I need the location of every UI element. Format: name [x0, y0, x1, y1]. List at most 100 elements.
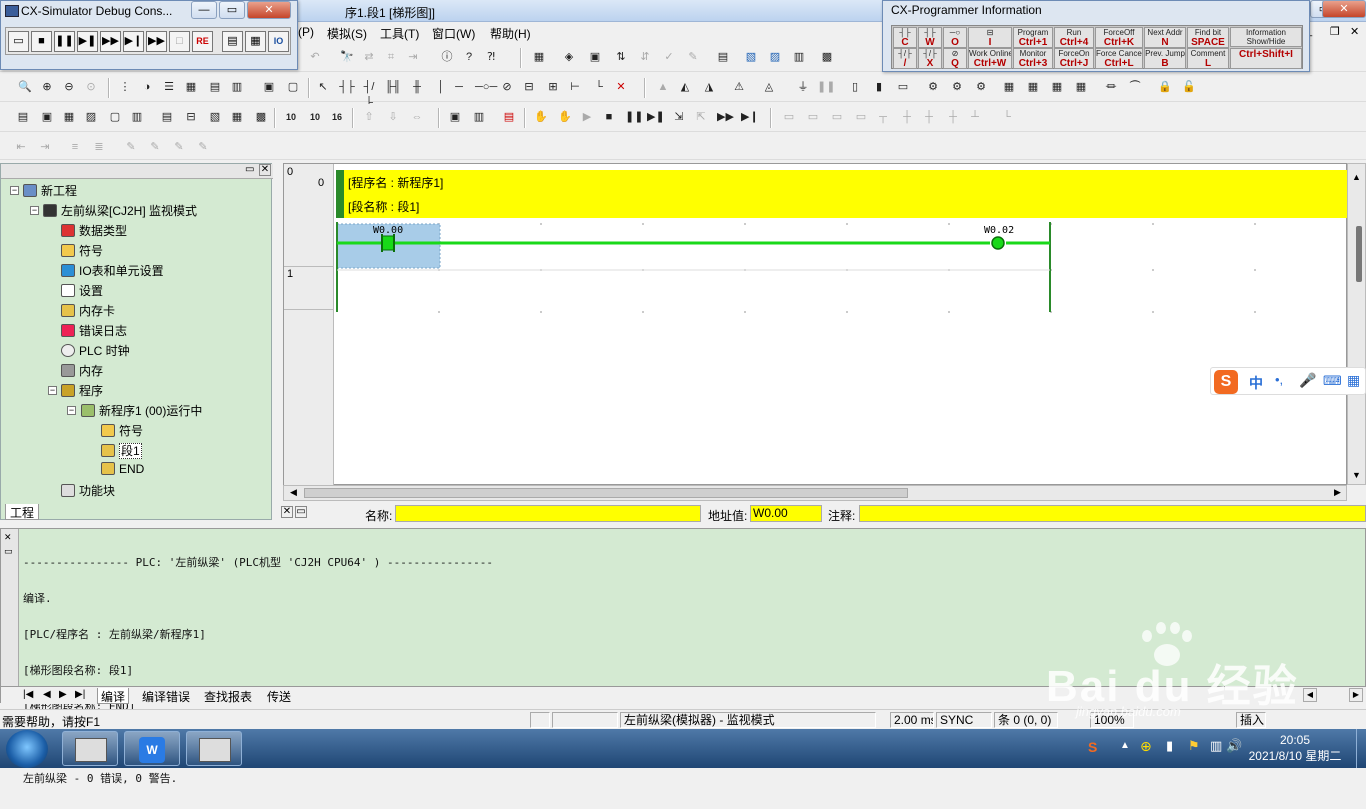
vertical-scrollbar[interactable]: ▲ ▼	[1347, 163, 1366, 485]
tab-nav-prev-icon[interactable]: ◀	[43, 689, 51, 700]
output-scroll-right-icon[interactable]: ▶	[1349, 688, 1363, 702]
memory-icon[interactable]: ▥	[790, 48, 808, 66]
hscroll-thumb[interactable]	[304, 488, 908, 498]
tree-item-plc[interactable]: 左前纵梁[CJ2H] 监视模式	[43, 202, 197, 220]
menu-item-simulate[interactable]: 模拟(S)	[327, 25, 367, 42]
tree-item-end[interactable]: END	[101, 462, 144, 480]
fb-insert-icon[interactable]: ▭	[780, 108, 798, 126]
mode-icon[interactable]: ⏚	[794, 78, 812, 96]
contact-no-icon[interactable]: ┤├	[338, 78, 356, 96]
line-delete-icon[interactable]: ✕	[612, 78, 630, 96]
name-field[interactable]	[395, 505, 701, 522]
tab-nav-last-icon[interactable]: ▶|	[75, 689, 85, 700]
align-icon[interactable]: ≡	[66, 138, 84, 156]
mnemonic-icon[interactable]: ▤	[158, 108, 176, 126]
symbol-table-icon[interactable]: ▤	[206, 78, 224, 96]
tray-network-icon[interactable]: ▥	[1210, 738, 1222, 754]
ime-punctuation-toggle[interactable]: •,	[1275, 372, 1283, 387]
scroll-down-icon[interactable]: ▼	[1352, 470, 1361, 480]
output-window-icon[interactable]: ▣	[38, 108, 56, 126]
fb-icon-4[interactable]: ▭	[852, 108, 870, 126]
grid-icon[interactable]: ⋮	[116, 78, 134, 96]
context-help-icon[interactable]: ⁈	[482, 48, 500, 66]
goto-icon[interactable]: ⇥	[404, 48, 422, 66]
scroll-right-icon[interactable]: ▶	[1334, 487, 1341, 498]
tree-item-symbols[interactable]: 符号	[61, 242, 103, 260]
local-symbols-icon[interactable]: ⊟	[182, 108, 200, 126]
ct-icon[interactable]: ▢	[284, 78, 302, 96]
sim-btn-step[interactable]: ▶❚	[77, 31, 98, 52]
ime-language-toggle[interactable]: 中	[1249, 373, 1263, 393]
sim-btn-scan[interactable]: ▶❙	[123, 31, 144, 52]
infobar-close-icon[interactable]: ✕	[281, 506, 293, 518]
properties-icon[interactable]: ▢	[106, 108, 124, 126]
ime-menu-grid-icon[interactable]: ▦	[1347, 372, 1360, 389]
compile-icon[interactable]: ▦	[530, 48, 548, 66]
fb-icon-8[interactable]: ┼	[944, 108, 962, 126]
edit-fb-2-icon[interactable]: ✎	[146, 138, 164, 156]
transfer-icon[interactable]: ⇅	[612, 48, 630, 66]
tree-item-settings[interactable]: 设置	[61, 282, 103, 300]
zoom-icon[interactable]: 🔍	[16, 78, 34, 96]
download-icon[interactable]: ⇩	[384, 108, 402, 126]
fb-param-icon[interactable]: ⊢	[566, 78, 584, 96]
transfer-from-icon[interactable]: ⇵	[636, 48, 654, 66]
fb-icon-7[interactable]: ┼	[920, 108, 938, 126]
space-icon[interactable]: ▧	[742, 48, 760, 66]
set-value-icon[interactable]: ▭	[894, 78, 912, 96]
tree-item-error-log[interactable]: 错误日志	[61, 322, 127, 340]
trace-icon[interactable]: ▨	[766, 48, 784, 66]
global-symbols-icon[interactable]: ▧	[206, 108, 224, 126]
hand-icon[interactable]: ✋	[532, 108, 550, 126]
tab-nav-first-icon[interactable]: |◀	[23, 689, 33, 700]
tree-item-section-1[interactable]: 段1	[101, 442, 142, 460]
expand-toggle-icon[interactable]: −	[67, 406, 76, 415]
menu-item-window[interactable]: 窗口(W)	[432, 25, 475, 42]
data-trace-icon[interactable]: ▦	[1048, 78, 1066, 96]
step-in-icon[interactable]: ⇲	[670, 108, 688, 126]
fb-icon-10[interactable]: └	[998, 108, 1016, 126]
sim-btn-program[interactable]: ▭	[8, 31, 29, 52]
project-window-icon[interactable]: ▤	[14, 108, 32, 126]
or-nc-icon[interactable]: ╫	[408, 78, 426, 96]
taskbar-app-simulator[interactable]	[186, 731, 242, 766]
tray-expand-icon[interactable]: ▲	[1120, 740, 1130, 751]
address-ref-icon[interactable]: ▥	[228, 78, 246, 96]
sim-minimize-button[interactable]: —	[191, 1, 217, 19]
ladder-view-icon[interactable]: ▥	[128, 108, 146, 126]
scan-run-icon[interactable]: ▶❙	[740, 108, 759, 126]
sync-icon[interactable]: ⇔	[408, 108, 426, 126]
force-cancel-icon[interactable]: ⚙	[972, 78, 990, 96]
tray-device-icon[interactable]: ▮	[1166, 738, 1173, 754]
memory-view-icon[interactable]: ▩	[252, 108, 270, 126]
instruction-icon[interactable]: ⊟	[520, 78, 538, 96]
contact-nc-icon[interactable]: ┤/├	[360, 78, 378, 109]
tree-item-programs[interactable]: 程序	[61, 382, 103, 400]
scroll-left-icon[interactable]: ◀	[290, 487, 297, 498]
plc-clock-icon[interactable]: ▦	[1024, 78, 1042, 96]
keyboard-icon[interactable]: ⌨	[1323, 373, 1342, 389]
address-window-icon[interactable]: ▨	[82, 108, 100, 126]
sim-maximize-button[interactable]: ▭	[219, 1, 245, 19]
tray-sogou-icon[interactable]: S	[1088, 739, 1097, 755]
select-pointer-icon[interactable]: ↖	[314, 78, 332, 96]
tree-pin-icon[interactable]: ▭	[245, 164, 254, 175]
stop-icon[interactable]: ■	[600, 108, 618, 126]
tree-item-io-table[interactable]: IO表和单元设置	[61, 262, 164, 280]
breakpoint-icon[interactable]: ✋	[556, 108, 574, 126]
online-icon[interactable]: ▲	[654, 78, 672, 96]
address-field[interactable]: W0.00	[750, 505, 822, 522]
step-out-icon[interactable]: ⇱	[692, 108, 710, 126]
vertical-line-icon[interactable]: │	[432, 78, 450, 96]
or-no-icon[interactable]: ╟╢	[384, 78, 402, 96]
infobar-pin-icon[interactable]: ▭	[295, 506, 307, 518]
protect-icon[interactable]: 🔒	[1156, 78, 1174, 96]
tree-item-new-program[interactable]: 新程序1 (00)运行中	[81, 402, 202, 420]
undo-icon[interactable]: ↶	[306, 48, 324, 66]
sim-btn-table[interactable]: ▤	[222, 31, 243, 52]
force-on-icon[interactable]: ⚙	[924, 78, 942, 96]
tab-compile-errors[interactable]: 编译错误	[139, 688, 193, 704]
cross-ref-icon[interactable]: ⌗	[382, 48, 400, 66]
watch-window-icon[interactable]: ▦	[60, 108, 78, 126]
unprotect-icon[interactable]: 🔓	[1180, 78, 1198, 96]
